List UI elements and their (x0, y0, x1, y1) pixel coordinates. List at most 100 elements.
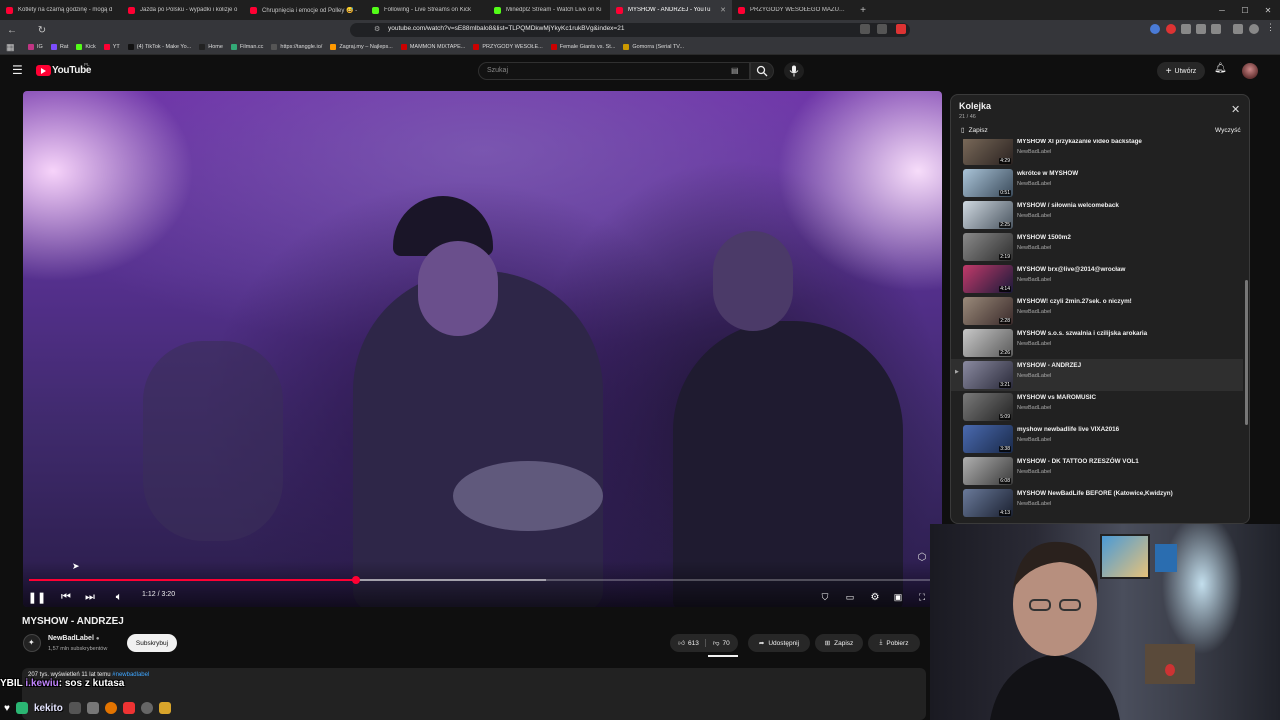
keyboard-icon[interactable]: ▤ (731, 66, 739, 75)
queue-thumbnail[interactable]: 6:08 (963, 457, 1013, 485)
bookmark-item[interactable]: https://tanggle.io/ (271, 44, 322, 50)
queue-scrollbar[interactable] (1245, 280, 1248, 425)
create-button[interactable]: + Utwórz (1157, 62, 1205, 80)
media-icon[interactable] (1233, 24, 1243, 34)
browser-tab[interactable]: Kotlety na czarną godzinę - mogą d (0, 0, 122, 20)
browser-tab[interactable]: Following - Live Streams on Kick (366, 0, 488, 20)
bookmark-item[interactable]: Filman.cc (230, 44, 263, 50)
bookmark-item[interactable]: Kick (76, 44, 96, 50)
queue-save-button[interactable]: ▯ Zapisz (961, 126, 988, 135)
queue-thumbnail[interactable]: 2:25 (963, 201, 1013, 229)
kick-favicon-icon (372, 6, 379, 14)
browser-tab[interactable]: MYSHOW - ANDRZEJ - YouTu ✕ (610, 0, 732, 20)
notifications-bell-icon[interactable]: 🔔︎ (1214, 63, 1227, 74)
cast-icon[interactable] (860, 24, 870, 34)
theater-mode-icon[interactable]: ▣ (890, 589, 906, 605)
queue-thumbnail[interactable]: 0:51 (963, 169, 1013, 197)
extension-icon[interactable] (1166, 24, 1176, 34)
bookmark-item[interactable]: Zagraj.my – Najleps... (330, 44, 393, 50)
queue-item[interactable]: 4:29 MYSHOW XI przykazanie video backstag… (951, 139, 1243, 167)
volume-icon[interactable]: 🔈︎ (111, 589, 127, 605)
queue-item[interactable]: 2:25 MYSHOW / siłownia welcomeback NewBadL… (951, 199, 1243, 231)
scrubber-knob[interactable] (351, 576, 360, 584)
search-input[interactable]: Szukaj ▤ (478, 62, 750, 80)
queue-item[interactable]: 5:09 MYSHOW vs MAROMUSIC NewBadLabel (951, 391, 1243, 423)
video-player[interactable]: ❚❚ ⏮︎ ⏭︎ 🔈︎ 1:12 / 3:20 ⛉ ▭ ⚙ ▣ ⛶ ⬡ (23, 91, 942, 607)
share-button[interactable]: ➦ Udostępnij (748, 634, 810, 652)
bookmark-item[interactable]: Home (199, 44, 223, 50)
queue-item[interactable]: 6:08 MYSHOW - DK TATTOO RZESZÓW VOL1 NewBa… (951, 455, 1243, 487)
url-field[interactable]: ⚙ youtube.com/watch?v=sE88mlbalo8&list=T… (350, 23, 910, 37)
queue-thumbnail[interactable]: 4:14 (963, 265, 1013, 293)
extension-icon[interactable] (1196, 24, 1206, 34)
bookmark-item[interactable]: Gomorra (Serial TV... (623, 44, 684, 50)
save-button[interactable]: ⊞ Zapisz (815, 634, 863, 652)
queue-thumbnail[interactable]: 2:19 (963, 233, 1013, 261)
browser-tab[interactable]: Minedpl2 Stream - Watch Live on Ki (488, 0, 610, 20)
previous-icon[interactable]: ⏮︎ (58, 589, 74, 605)
queue-item[interactable]: 3:38 myshow newbadlife live VIXA2016 NewBa… (951, 423, 1243, 455)
search-button[interactable] (750, 62, 774, 80)
queue-item[interactable]: 4:13 MYSHOW NewBadLife BEFORE (Katowice,K… (951, 487, 1243, 519)
queue-thumbnail[interactable]: 2:28 (963, 297, 1013, 325)
download-button[interactable]: ⤓ Pobierz (868, 634, 920, 652)
subscribe-button[interactable]: Subskrybuj (127, 634, 177, 652)
bookmark-item[interactable]: YT (103, 44, 120, 50)
settings-gear-icon[interactable]: ⚙ (867, 589, 883, 605)
site-info-icon[interactable]: ⚙ (374, 25, 380, 33)
extension-icon[interactable] (896, 24, 906, 34)
queue-thumbnail[interactable]: 3:21 (963, 361, 1013, 389)
queue-item[interactable]: 2:26 MYSHOW s.o.s. szwalnia i czilijska a… (951, 327, 1243, 359)
hamburger-menu-icon[interactable]: ☰ (12, 63, 23, 77)
queue-thumbnail[interactable]: 5:09 (963, 393, 1013, 421)
like-button[interactable]: 👍︎ 613 (678, 639, 706, 647)
queue-thumbnail[interactable]: 4:29 (963, 139, 1013, 165)
bookmark-item[interactable]: (4) TikTok - Make Yo... (127, 44, 191, 50)
back-icon[interactable]: ← (4, 22, 20, 38)
reload-icon[interactable]: ↻ (34, 22, 50, 38)
bookmark-item[interactable]: Rat (50, 44, 68, 50)
maximize-icon[interactable]: ☐ (1234, 0, 1256, 20)
account-avatar[interactable] (1242, 63, 1258, 79)
queue-thumbnail[interactable]: 3:38 (963, 425, 1013, 453)
bookmark-item[interactable]: IG (28, 44, 43, 50)
bookmark-item[interactable]: MAMMON MIXTAPE... (400, 44, 465, 50)
close-queue-icon[interactable]: ✕ (1231, 103, 1240, 116)
queue-item[interactable]: 4:14 MYSHOW brx@live@2014@wrocław NewBadLa… (951, 263, 1243, 295)
browser-tab[interactable]: Chrupnięcia i emocje od Polley 😅 - (244, 0, 366, 20)
close-tab-icon[interactable]: ✕ (720, 6, 726, 14)
extension-icon[interactable] (1181, 24, 1191, 34)
subtitles-icon[interactable]: ▭ (842, 589, 858, 605)
progress-bar[interactable] (29, 576, 936, 584)
bookmark-item[interactable]: PRZYGODY WESOŁE... (473, 44, 543, 50)
browser-tab[interactable]: PRZYGODY WESOŁEGO MAZURA w (732, 0, 854, 20)
queue-thumbnail[interactable]: 2:26 (963, 329, 1013, 357)
queue-clear-button[interactable]: Wyczyść (1215, 127, 1241, 134)
dislike-button[interactable]: 👎︎ 70 (710, 639, 730, 648)
next-icon[interactable]: ⏭︎ (82, 589, 98, 605)
create-label: Utwórz (1174, 67, 1197, 75)
share-icon[interactable] (877, 24, 887, 34)
bookmark-item[interactable]: Female Giants vs. St... (550, 44, 615, 50)
extension-icon[interactable] (1150, 24, 1160, 34)
queue-item[interactable]: 0:51 wkrótce w MYSHOW NewBadLabel (951, 167, 1243, 199)
close-window-icon[interactable]: ✕ (1257, 0, 1279, 20)
fullscreen-icon[interactable]: ⛶ (914, 589, 930, 605)
profile-icon[interactable] (1249, 24, 1259, 34)
apps-grid-icon[interactable]: ▦ (6, 42, 15, 53)
minimize-icon[interactable]: ─ (1211, 0, 1233, 20)
queue-item[interactable]: 2:19 MYSHOW 1500m2 NewBadLabel (951, 231, 1243, 263)
youtube-logo-icon[interactable] (36, 65, 51, 76)
queue-item[interactable]: 2:28 MYSHOW! czyli 2min.27sek. o niczym! N… (951, 295, 1243, 327)
browser-tab[interactable]: Jazda po Polsku - wypadki i kolizje o (122, 0, 244, 20)
queue-item[interactable]: ▶ 3:21 MYSHOW - ANDRZEJ NewBadLabel (951, 359, 1243, 391)
new-tab-icon[interactable]: + (854, 5, 872, 16)
channel-name[interactable]: NewBadLabel ● (48, 635, 99, 642)
queue-thumbnail[interactable]: 4:13 (963, 489, 1013, 517)
menu-dots-icon[interactable]: ⋮ (1266, 22, 1276, 32)
channel-avatar[interactable]: ✦ (23, 634, 41, 652)
shield-icon[interactable]: ⛉ (817, 589, 833, 605)
pause-icon[interactable]: ❚❚ (28, 589, 46, 605)
puzzle-icon[interactable] (1211, 24, 1221, 34)
voice-search-button[interactable] (784, 62, 804, 80)
